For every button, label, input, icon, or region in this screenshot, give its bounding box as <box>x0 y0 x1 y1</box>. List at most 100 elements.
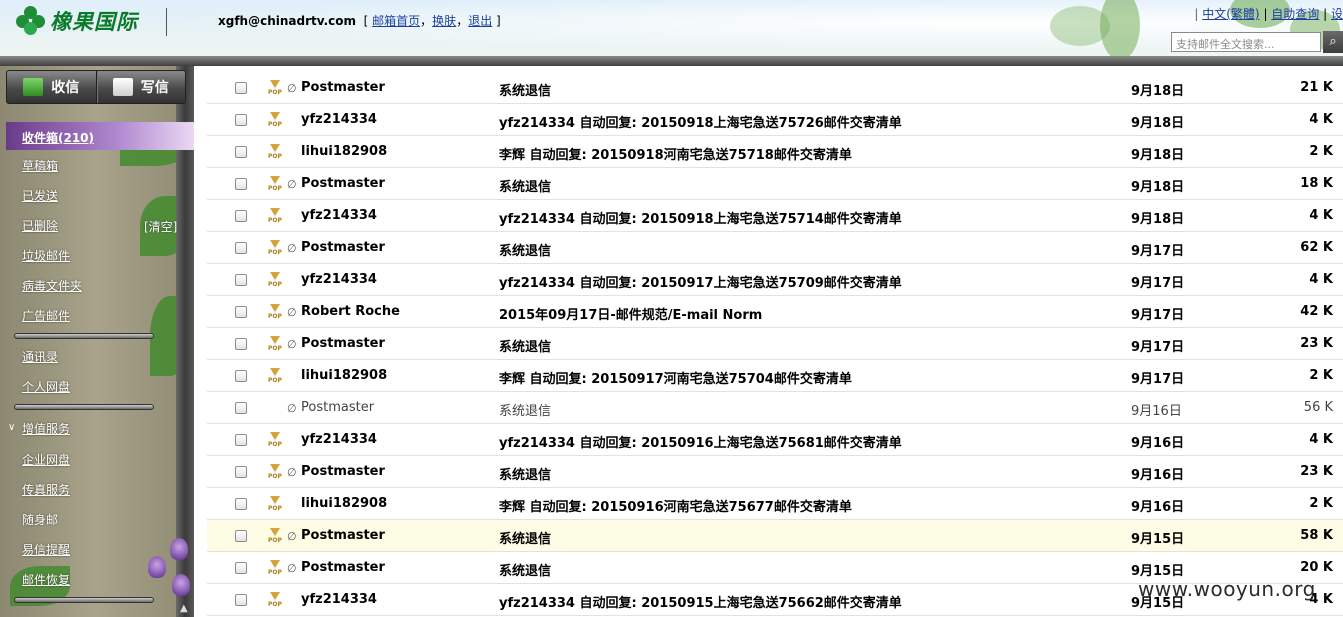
mail-subject[interactable]: 系统退信 <box>499 400 551 419</box>
mail-sender[interactable]: yfz214334 <box>301 432 377 447</box>
mail-select-checkbox[interactable] <box>235 274 247 286</box>
mail-row[interactable]: POP yfz214334 yfz214334 自动回复: 20150916上海宅急… <box>207 424 1343 456</box>
mail-date: 9月16日 <box>1131 404 1182 419</box>
mail-subject[interactable]: 系统退信 <box>499 176 551 195</box>
sidebar-item-drafts[interactable]: 草稿箱 <box>22 157 58 174</box>
mail-subject[interactable]: yfz214334 自动回复: 20150917上海宅急送75709邮件交寄清单 <box>499 272 902 291</box>
sidebar-item-spam[interactable]: 垃圾邮件 <box>22 247 70 264</box>
mail-row[interactable]: POP yfz214334 yfz214334 自动回复: 20150917上海宅急… <box>207 264 1343 296</box>
settings-link[interactable]: 设 <box>1331 7 1343 21</box>
mail-sender[interactable]: yfz214334 <box>301 592 377 607</box>
mail-select-checkbox[interactable] <box>235 338 247 350</box>
mail-sender[interactable]: Robert Roche <box>301 304 400 319</box>
attachment-icon: ∅ <box>287 82 297 95</box>
mail-row[interactable]: POP ∅ Postmaster 系统退信 9月17日 23 K <box>207 328 1343 360</box>
mail-row[interactable]: POP ∅ Postmaster 系统退信 9月15日 58 K <box>207 520 1343 552</box>
sidebar-item-fax[interactable]: 传真服务 <box>22 481 70 498</box>
mail-select-checkbox[interactable] <box>235 114 247 126</box>
mail-subject[interactable]: yfz214334 自动回复: 20150918上海宅急送75726邮件交寄清单 <box>499 112 902 131</box>
mail-sender[interactable]: lihui182908 <box>301 368 387 383</box>
mail-select-checkbox[interactable] <box>235 402 247 414</box>
mail-subject[interactable]: 李辉 自动回复: 20150917河南宅急送75704邮件交寄清单 <box>499 368 852 387</box>
mail-subject[interactable]: 系统退信 <box>499 560 551 579</box>
mail-select-checkbox[interactable] <box>235 466 247 478</box>
sidebar-item-personal-disk[interactable]: 个人网盘 <box>22 378 70 395</box>
sidebar-item-contacts[interactable]: 通讯录 <box>22 348 58 365</box>
sidebar-item-virus[interactable]: 病毒文件夹 <box>22 277 82 294</box>
mail-select-checkbox[interactable] <box>235 242 247 254</box>
mail-row[interactable]: POP ∅ Robert Roche 2015年09月17日-邮件规范/E-mail … <box>207 296 1343 328</box>
mail-row[interactable]: POP lihui182908 李辉 自动回复: 20150916河南宅急送7567… <box>207 488 1343 520</box>
mail-date: 9月17日 <box>1131 340 1185 355</box>
sidebar-item-enterprise-disk[interactable]: 企业网盘 <box>22 451 70 468</box>
mail-size: 21 K <box>1300 80 1333 95</box>
mail-row[interactable]: POP lihui182908 李辉 自动回复: 20150917河南宅急送7570… <box>207 360 1343 392</box>
mail-select-checkbox[interactable] <box>235 498 247 510</box>
mail-sender[interactable]: Postmaster <box>301 336 385 351</box>
mail-size: 4 K <box>1309 272 1333 287</box>
sidebar-item-ads[interactable]: 广告邮件 <box>22 307 70 324</box>
mail-sender[interactable]: Postmaster <box>301 80 385 95</box>
mail-subject[interactable]: 系统退信 <box>499 80 551 99</box>
sidebar-item-deleted[interactable]: 已删除 <box>22 217 58 234</box>
traditional-chinese-link[interactable]: 中文(繁體) <box>1202 7 1259 21</box>
sidebar-item-inbox[interactable]: 收件箱(210) <box>6 122 194 150</box>
mail-home-link[interactable]: 邮箱首页 <box>372 14 420 28</box>
mail-row[interactable]: POP yfz214334 yfz214334 自动回复: 20150918上海宅急… <box>207 104 1343 136</box>
mail-sender[interactable]: yfz214334 <box>301 112 377 127</box>
self-service-link[interactable]: 自助查询 <box>1271 7 1319 21</box>
mail-select-checkbox[interactable] <box>235 178 247 190</box>
mail-subject[interactable]: yfz214334 自动回复: 20150915上海宅急送75662邮件交寄清单 <box>499 592 902 611</box>
mail-subject[interactable]: 2015年09月17日-邮件规范/E-mail Norm <box>499 304 762 323</box>
compose-button[interactable]: 写信 <box>95 71 186 103</box>
mail-select-checkbox[interactable] <box>235 530 247 542</box>
mail-row[interactable]: POP yfz214334 yfz214334 自动回复: 20150918上海宅急… <box>207 200 1343 232</box>
mail-row[interactable]: POP ∅ Postmaster 系统退信 9月18日 18 K <box>207 168 1343 200</box>
search-button[interactable]: ⌕ <box>1323 31 1343 53</box>
sidebar-item-mobile-mail[interactable]: 随身邮 <box>22 511 58 528</box>
mail-row[interactable]: POP lihui182908 李辉 自动回复: 20150918河南宅急送7571… <box>207 136 1343 168</box>
mail-select-checkbox[interactable] <box>235 594 247 606</box>
mail-subject[interactable]: 系统退信 <box>499 336 551 355</box>
mail-sender[interactable]: yfz214334 <box>301 272 377 287</box>
mail-select-checkbox[interactable] <box>235 562 247 574</box>
mail-row[interactable]: POP ∅ Postmaster 系统退信 9月16日 23 K <box>207 456 1343 488</box>
mail-row[interactable]: ∅ Postmaster 系统退信 9月16日 56 K <box>207 392 1343 424</box>
receive-button[interactable]: 收信 <box>7 71 96 103</box>
mail-row[interactable]: POP ∅ Postmaster 系统退信 9月18日 21 K <box>207 72 1343 104</box>
sidebar-item-sent[interactable]: 已发送 <box>22 187 58 204</box>
mail-select-checkbox[interactable] <box>235 210 247 222</box>
mail-select-checkbox[interactable] <box>235 146 247 158</box>
mail-sender[interactable]: Postmaster <box>301 528 385 543</box>
sidebar-item-mail-recovery[interactable]: 邮件恢复 <box>22 571 70 588</box>
mail-sender[interactable]: Postmaster <box>301 400 374 415</box>
mail-sender[interactable]: Postmaster <box>301 176 385 191</box>
sidebar-divider <box>14 404 154 410</box>
mail-subject[interactable]: 李辉 自动回复: 20150918河南宅急送75718邮件交寄清单 <box>499 144 852 163</box>
logout-link[interactable]: 退出 <box>468 14 492 28</box>
clear-trash-link[interactable]: [清空] <box>144 218 177 235</box>
mail-sender[interactable]: Postmaster <box>301 240 385 255</box>
brand-logo[interactable]: 橡果国际 <box>16 6 138 36</box>
sidebar-item-yixin[interactable]: 易信提醒 <box>22 541 70 558</box>
change-skin-link[interactable]: 换肤 <box>432 14 456 28</box>
mail-sender[interactable]: lihui182908 <box>301 496 387 511</box>
mail-sender[interactable]: Postmaster <box>301 560 385 575</box>
mail-subject[interactable]: 李辉 自动回复: 20150916河南宅急送75677邮件交寄清单 <box>499 496 852 515</box>
mail-sender[interactable]: lihui182908 <box>301 144 387 159</box>
mail-subject[interactable]: 系统退信 <box>499 240 551 259</box>
search-input[interactable]: 支持邮件全文搜索... <box>1171 32 1321 52</box>
mail-subject[interactable]: 系统退信 <box>499 464 551 483</box>
mail-subject[interactable]: yfz214334 自动回复: 20150916上海宅急送75681邮件交寄清单 <box>499 432 902 451</box>
mail-select-checkbox[interactable] <box>235 370 247 382</box>
mail-subject[interactable]: yfz214334 自动回复: 20150918上海宅急送75714邮件交寄清单 <box>499 208 902 227</box>
mail-select-checkbox[interactable] <box>235 306 247 318</box>
mail-select-checkbox[interactable] <box>235 82 247 94</box>
scroll-up-icon[interactable]: ▲ <box>180 603 188 614</box>
mail-select-checkbox[interactable] <box>235 434 247 446</box>
mail-subject[interactable]: 系统退信 <box>499 528 551 547</box>
mail-row[interactable]: POP ∅ Postmaster 系统退信 9月17日 62 K <box>207 232 1343 264</box>
mail-sender[interactable]: yfz214334 <box>301 208 377 223</box>
mail-sender[interactable]: Postmaster <box>301 464 385 479</box>
sidebar-item-value-added[interactable]: 增值服务 <box>22 420 70 437</box>
